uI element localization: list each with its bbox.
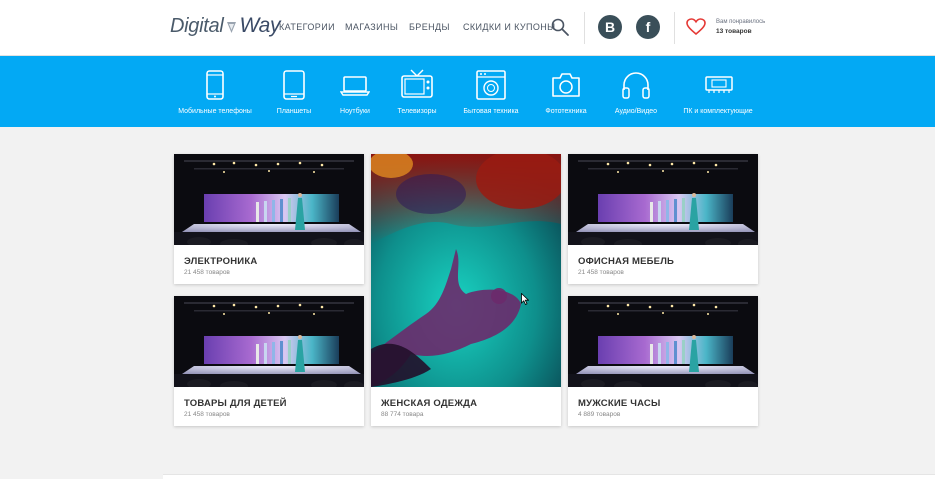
card-photo <box>174 296 364 387</box>
card-photo <box>174 154 364 245</box>
card-photo <box>568 296 758 387</box>
facebook-button[interactable]: f <box>636 15 660 39</box>
nav-discounts[interactable]: СКИДКИ И КУПОНЫ <box>463 22 555 32</box>
camera-icon <box>552 73 580 97</box>
heart-icon[interactable] <box>686 18 706 36</box>
phone-icon <box>206 70 224 100</box>
category-label: Фототехника <box>545 108 587 115</box>
category-label: ПК и комплектующие <box>683 108 753 115</box>
tablet-icon <box>283 70 305 100</box>
category-card-office-furniture[interactable]: ОФИСНАЯ МЕБЕЛЬ 21 458 товаров <box>568 154 758 284</box>
category-label: Планшеты <box>276 108 312 115</box>
washing-machine-icon <box>476 70 506 100</box>
pc-components-icon <box>705 76 733 93</box>
likes-count[interactable]: 13 товаров <box>716 28 752 35</box>
category-label: Бытовая техника <box>463 108 519 115</box>
header: Digital Way КАТЕГОРИИ МАГАЗИНЫ БРЕНДЫ СКИ… <box>0 0 935 56</box>
card-count: 21 458 товаров <box>184 411 230 418</box>
category-card-kids[interactable]: ТОВАРЫ ДЛЯ ДЕТЕЙ 21 458 товаров <box>174 296 364 426</box>
category-label: Телевизоры <box>397 108 437 115</box>
card-count: 21 458 товаров <box>184 269 230 276</box>
category-audio-video[interactable]: Аудио/Видео <box>610 56 662 127</box>
category-card-mens-watches[interactable]: МУЖСКИЕ ЧАСЫ 4 889 товаров <box>568 296 758 426</box>
category-label: Аудио/Видео <box>614 108 658 115</box>
logo-way: Way <box>239 14 281 37</box>
category-laptops[interactable]: Ноутбуки <box>330 56 380 127</box>
card-photo <box>568 154 758 245</box>
category-appliances[interactable]: Бытовая техника <box>460 56 522 127</box>
card-title: ЭЛЕКТРОНИКА <box>184 256 258 267</box>
category-bar: Мобильные телефоны Планшеты Ноутбуки Тел… <box>0 56 935 127</box>
category-label: Мобильные телефоны <box>178 108 252 115</box>
category-tv[interactable]: Телевизоры <box>392 56 442 127</box>
nav-stores[interactable]: МАГАЗИНЫ <box>345 22 398 32</box>
card-title: ТОВАРЫ ДЛЯ ДЕТЕЙ <box>184 398 287 409</box>
category-card-womens-clothing[interactable]: ЖЕНСКАЯ ОДЕЖДА 88 774 товара <box>371 154 561 426</box>
header-divider <box>584 12 585 44</box>
category-phones[interactable]: Мобильные телефоны <box>175 56 255 127</box>
mouse-cursor-icon <box>521 293 529 305</box>
card-count: 88 774 товара <box>381 411 424 418</box>
category-pc[interactable]: ПК и комплектующие <box>680 56 756 127</box>
vk-button[interactable]: B <box>598 15 622 39</box>
likes-label: Вам понравилось <box>716 19 766 25</box>
category-card-electronics[interactable]: ЭЛЕКТРОНИКА 21 458 товаров <box>174 154 364 284</box>
headphones-icon <box>622 72 650 99</box>
card-title: МУЖСКИЕ ЧАСЫ <box>578 398 661 409</box>
search-icon[interactable] <box>550 17 570 37</box>
laptop-icon <box>340 76 370 96</box>
logo[interactable]: Digital Way <box>170 14 281 38</box>
header-divider <box>674 12 675 44</box>
logo-mark-icon <box>227 22 237 33</box>
nav-categories[interactable]: КАТЕГОРИИ <box>279 22 335 32</box>
tv-icon <box>401 69 433 98</box>
category-tablets[interactable]: Планшеты <box>264 56 324 127</box>
card-title: ОФИСНАЯ МЕБЕЛЬ <box>578 256 675 267</box>
card-photo <box>371 154 561 387</box>
footer <box>163 474 935 479</box>
card-count: 4 889 товаров <box>578 411 621 418</box>
category-photo[interactable]: Фототехника <box>540 56 592 127</box>
card-title: ЖЕНСКАЯ ОДЕЖДА <box>381 398 478 409</box>
nav-brands[interactable]: БРЕНДЫ <box>409 22 450 32</box>
logo-digital: Digital <box>170 15 224 37</box>
card-count: 21 458 товаров <box>578 269 624 276</box>
category-label: Ноутбуки <box>340 108 370 115</box>
